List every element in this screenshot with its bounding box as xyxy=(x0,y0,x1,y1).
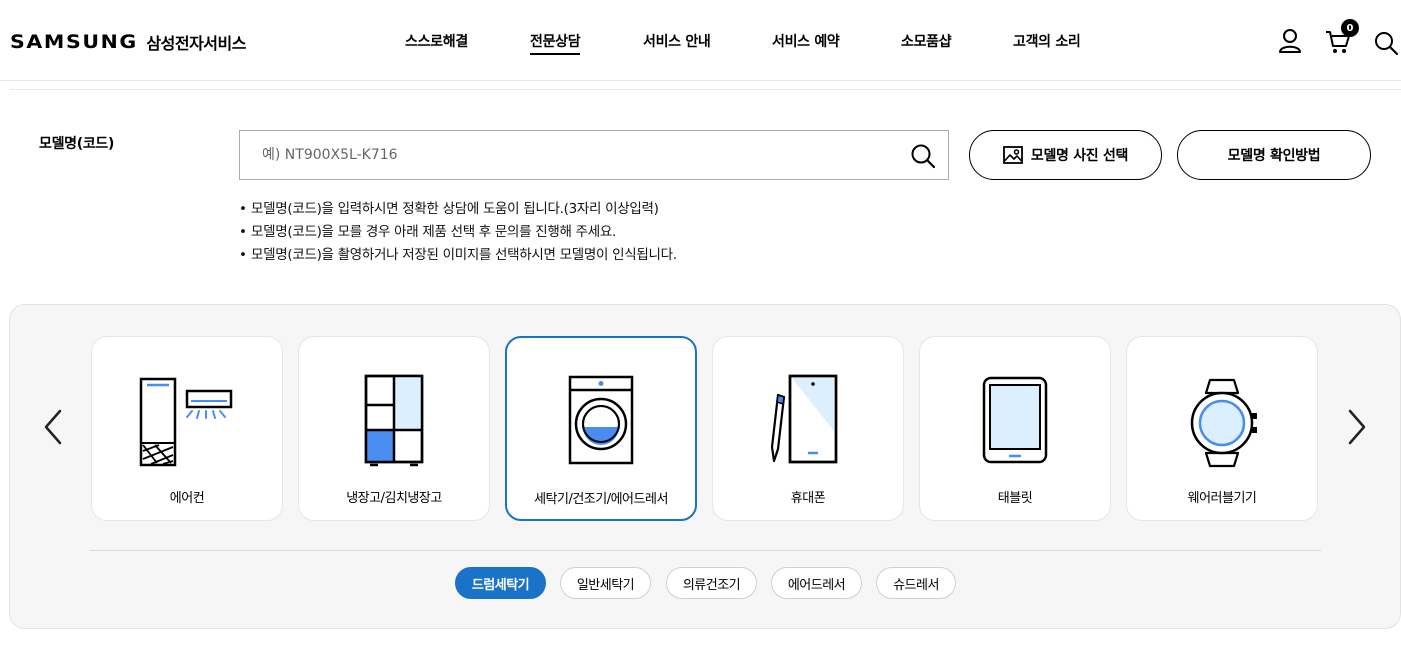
model-search-notes: 모델명(코드)을 입력하시면 정확한 상담에 도움이 됩니다.(3자리 이상입력… xyxy=(239,198,677,267)
model-check-guide-button[interactable]: 모델명 확인방법 xyxy=(1177,130,1371,180)
logo[interactable]: SAMSUNG 삼성전자서비스 xyxy=(10,30,246,54)
site-header: SAMSUNG 삼성전자서비스 스스로해결 전문상담 서비스 안내 서비스 예약… xyxy=(0,0,1401,81)
subcategory-chip-drum-washer[interactable]: 드럼세탁기 xyxy=(455,567,546,599)
air-conditioner-icon xyxy=(139,377,233,467)
category-label: 태블릿 xyxy=(997,491,1033,506)
image-icon xyxy=(1002,146,1023,164)
logo-brand: SAMSUNG xyxy=(10,31,138,53)
washing-machine-icon xyxy=(568,375,634,465)
category-card-refrigerator[interactable]: 냉장고/김치냉장고 xyxy=(298,336,490,521)
category-card-washer-dryer[interactable]: 세탁기/건조기/에어드레서 xyxy=(505,336,697,521)
tablet-icon xyxy=(982,376,1048,464)
photo-select-label: 모델명 사진 선택 xyxy=(1030,148,1129,164)
category-label: 세탁기/건조기/에어드레서 xyxy=(534,492,668,507)
model-code-label: 모델명(코드) xyxy=(39,136,115,152)
subcategory-chip-top-load-washer[interactable]: 일반세탁기 xyxy=(560,567,651,599)
logo-service-name: 삼성전자서비스 xyxy=(146,34,246,53)
category-card-air-conditioner[interactable]: 에어컨 xyxy=(91,336,283,521)
nav-item-service-guide[interactable]: 서비스 안내 xyxy=(643,31,711,51)
note-item: 모델명(코드)을 모를 경우 아래 제품 선택 후 문의를 진행해 주세요. xyxy=(239,221,677,244)
category-label: 휴대폰 xyxy=(790,491,826,506)
category-label: 에어컨 xyxy=(169,491,205,506)
subcategory-chip-airdresser[interactable]: 에어드레서 xyxy=(771,567,862,599)
cart-count-badge: 0 xyxy=(1341,19,1359,37)
divider xyxy=(90,550,1321,551)
phone-icon xyxy=(770,374,838,464)
nav-item-customer-voice[interactable]: 고객의 소리 xyxy=(1013,31,1081,51)
prev-arrow-icon[interactable] xyxy=(40,405,68,449)
category-label: 웨어러블기기 xyxy=(1187,491,1257,506)
photo-select-button[interactable]: 모델명 사진 선택 xyxy=(969,130,1162,180)
note-item: 모델명(코드)을 촬영하거나 저장된 이미지를 선택하시면 모델명이 인식됩니다… xyxy=(239,244,677,267)
category-card-tablet[interactable]: 태블릿 xyxy=(919,336,1111,521)
user-icon[interactable] xyxy=(1278,28,1302,54)
nav-item-self-solve[interactable]: 스스로해결 xyxy=(405,31,468,51)
nav-item-expert-consult[interactable]: 전문상담 xyxy=(530,31,581,55)
category-card-wearable[interactable]: 웨어러블기기 xyxy=(1126,336,1318,521)
subcategory-chip-dryer[interactable]: 의류건조기 xyxy=(666,567,757,599)
category-card-phone[interactable]: 휴대폰 xyxy=(712,336,904,521)
model-search-input[interactable] xyxy=(262,145,862,165)
note-item: 모델명(코드)을 입력하시면 정확한 상담에 도움이 됩니다.(3자리 이상입력… xyxy=(239,198,677,221)
refrigerator-icon xyxy=(364,374,424,467)
divider xyxy=(10,89,1401,90)
model-search-box xyxy=(239,130,949,180)
category-label: 냉장고/김치냉장고 xyxy=(346,491,442,506)
nav-item-service-booking[interactable]: 서비스 예약 xyxy=(772,31,840,51)
model-check-guide-label: 모델명 확인방법 xyxy=(1227,148,1321,164)
search-icon[interactable] xyxy=(1374,31,1398,55)
subcategory-chip-shoedresser[interactable]: 슈드레서 xyxy=(876,567,956,599)
nav-item-consumables-shop[interactable]: 소모품샵 xyxy=(901,31,952,51)
product-category-panel: 에어컨 냉장고/김치냉장고 세탁기/건조기/에어드레서 휴대폰 태블릿 웨어러블… xyxy=(9,304,1401,629)
next-arrow-icon[interactable] xyxy=(1342,405,1370,449)
model-search-icon[interactable] xyxy=(910,143,936,169)
watch-icon xyxy=(1190,378,1257,468)
